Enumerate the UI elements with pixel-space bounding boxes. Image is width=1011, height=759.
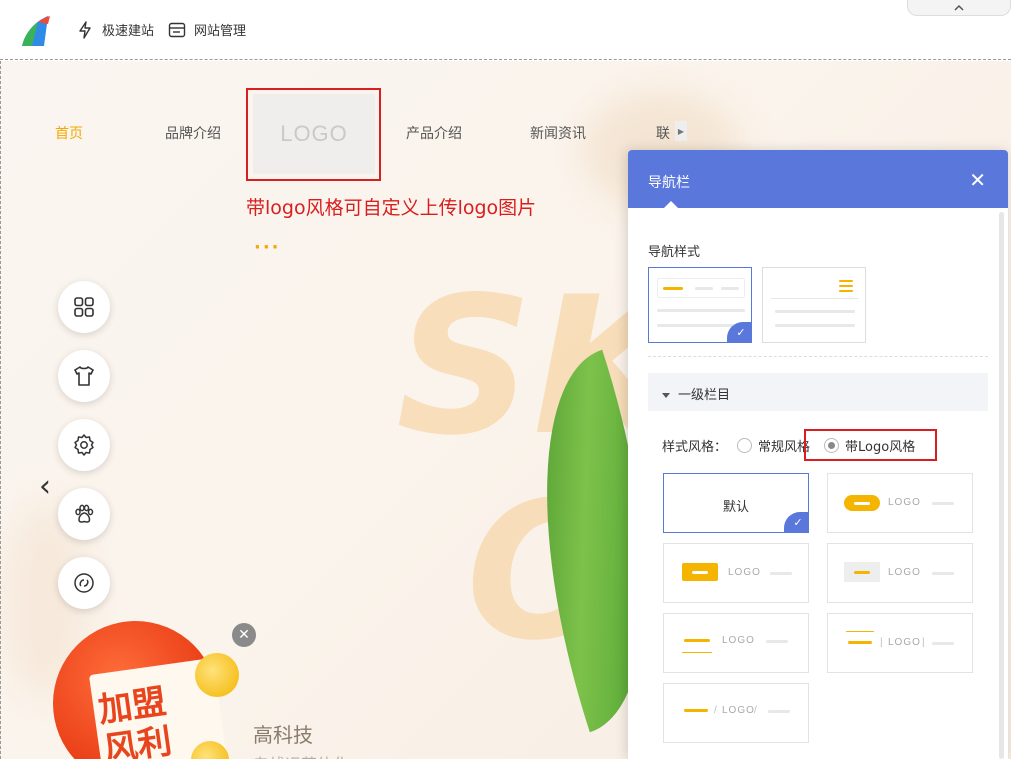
- link-icon: [74, 573, 94, 593]
- radio-normal-style[interactable]: 常规风格: [737, 436, 810, 455]
- panel-title: 导航栏: [648, 175, 690, 191]
- promo-text: 加盟 风利: [95, 681, 175, 759]
- theme-tool-button[interactable]: [58, 350, 110, 402]
- nav-item-home[interactable]: 首页: [55, 123, 83, 143]
- option-logo-word: LOGO: [722, 705, 755, 716]
- option-slash-right: /: [754, 705, 758, 716]
- close-icon[interactable]: ✕: [969, 168, 986, 192]
- option-separator-right: |: [922, 637, 926, 648]
- level-one-label: 一级栏目: [678, 388, 731, 403]
- nav-item-brand[interactable]: 品牌介绍: [165, 123, 221, 143]
- app-logo-icon: [22, 16, 50, 46]
- nav-option-separator[interactable]: | LOGO |: [827, 613, 973, 673]
- nav-option-grey-box[interactable]: LOGO: [827, 543, 973, 603]
- divider: [648, 356, 988, 357]
- hero-subtitle-2: 专线运营体化: [253, 751, 349, 759]
- nav-item-contact[interactable]: 联: [656, 123, 670, 143]
- site-manage-button[interactable]: 网站管理: [168, 20, 246, 39]
- navbar-settings-panel: 导航栏 ✕ 导航样式 ✓ 一级栏目 样式风格： 常规风格 带Logo风格 默认 …: [628, 150, 1008, 759]
- promo-close-button[interactable]: ✕: [232, 623, 256, 647]
- site-manage-label: 网站管理: [194, 24, 247, 39]
- caret-down-icon: [662, 393, 670, 398]
- radio-highlight-box: [804, 429, 937, 461]
- logo-highlight-box: LOGO: [246, 88, 381, 181]
- lightning-icon: [79, 20, 91, 39]
- quick-build-label: 极速建站: [102, 24, 155, 39]
- tshirt-icon: [74, 366, 94, 386]
- level-one-section-toggle[interactable]: 一级栏目: [648, 373, 988, 411]
- option-default-label: 默认: [722, 500, 749, 515]
- option-logo-word: LOGO: [888, 567, 921, 578]
- panel-scrollbar[interactable]: [999, 212, 1004, 759]
- radio-normal-label: 常规风格: [758, 440, 811, 455]
- radio-circle[interactable]: [737, 438, 753, 453]
- chevron-up-icon: [954, 4, 964, 11]
- quick-build-button[interactable]: 极速建站: [76, 20, 154, 39]
- nav-style-label: 导航样式: [648, 245, 701, 260]
- nav-option-slash[interactable]: / LOGO /: [663, 683, 809, 743]
- nav-logo-placeholder[interactable]: LOGO: [253, 94, 375, 174]
- coin-icon: [195, 653, 239, 697]
- chevron-left-icon[interactable]: ‹: [39, 469, 51, 504]
- checkmark-icon: ✓: [784, 512, 808, 532]
- nav-scroll-right-icon[interactable]: ▶: [675, 121, 687, 141]
- collapse-toolbar-button[interactable]: [907, 0, 1011, 16]
- option-slash-left: /: [714, 705, 718, 716]
- site-manage-icon: [168, 22, 186, 37]
- hero-subtitle: 高科技: [253, 723, 313, 747]
- annotation-text: 带logo风格可自定义上传logo图片: [246, 197, 537, 219]
- option-logo-word: LOGO: [728, 567, 761, 578]
- nav-item-news[interactable]: 新闻资讯: [530, 123, 586, 143]
- nav-option-box[interactable]: LOGO: [663, 543, 809, 603]
- nav-option-underline[interactable]: LOGO: [663, 613, 809, 673]
- nav-option-pill[interactable]: LOGO: [827, 473, 973, 533]
- panel-header: 导航栏 ✕: [628, 150, 1008, 208]
- apps-tool-button[interactable]: [58, 281, 110, 333]
- settings-tool-button[interactable]: [58, 419, 110, 471]
- nav-style-horizontal[interactable]: ✓: [648, 267, 752, 343]
- option-logo-word: LOGO: [888, 497, 921, 508]
- paw-icon: [75, 504, 94, 523]
- apps-icon: [74, 297, 94, 317]
- nav-item-products[interactable]: 产品介绍: [406, 123, 462, 143]
- tab-pointer: [664, 201, 678, 208]
- nav-style-hamburger[interactable]: [762, 267, 866, 343]
- link-tool-button[interactable]: [58, 557, 110, 609]
- top-toolbar: 极速建站 网站管理: [0, 0, 1011, 60]
- option-separator-left: |: [880, 637, 884, 648]
- nav-option-default[interactable]: 默认 ✓: [663, 473, 809, 533]
- pet-tool-button[interactable]: [58, 488, 110, 540]
- gear-icon: [74, 434, 94, 456]
- more-dots-icon[interactable]: ···: [254, 237, 281, 258]
- option-logo-word: LOGO: [722, 635, 755, 646]
- style-label: 样式风格：: [662, 440, 728, 455]
- option-logo-word: LOGO: [888, 637, 921, 648]
